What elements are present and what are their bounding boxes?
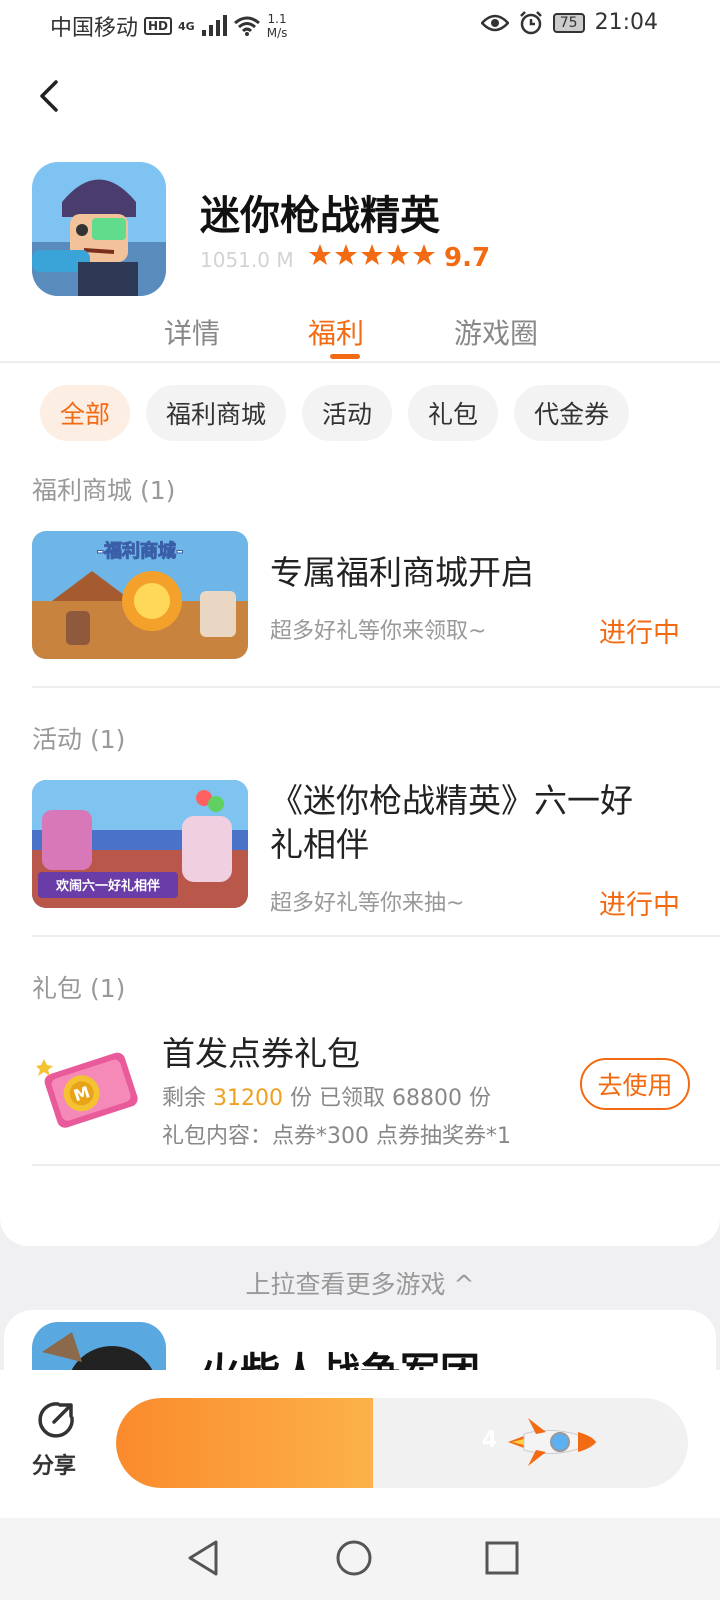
gift-ticket-icon: M	[36, 1052, 138, 1128]
use-gift-button[interactable]: 去使用	[580, 1058, 690, 1110]
gift-remain-suffix: 份	[469, 1086, 492, 1111]
main-content: 迷你枪战精英 1051.0 M 9.7 详情 福利 游戏圈 全部 福利商城 活动…	[0, 50, 720, 1246]
gift-remaining: 剩余 31200 份 已领取 68800 份	[162, 1080, 491, 1112]
tab-game-circle[interactable]: 游戏圈	[454, 312, 538, 352]
network-speed: 1.1 M/s	[267, 12, 288, 40]
speed-value: 1.1	[267, 12, 287, 26]
eye-icon	[480, 14, 509, 31]
carrier-label: 中国移动	[50, 16, 139, 41]
progress-fill	[116, 1398, 374, 1488]
star-icon	[361, 244, 383, 265]
activity-status: 进行中	[599, 890, 680, 921]
mall-desc: 超多好礼等你来领取~	[270, 619, 487, 644]
network-type: 4G	[178, 19, 195, 33]
rating-stars	[308, 243, 436, 267]
tab-bar: 详情 福利 游戏圈	[0, 312, 720, 362]
filter-chips: 全部 福利商城 活动 礼包 代金券	[40, 385, 630, 441]
bottom-action-bar: 分享 4	[0, 1370, 720, 1518]
tab-details[interactable]: 详情	[164, 312, 220, 352]
tabs-divider	[0, 361, 720, 363]
section-header-gift: 礼包 (1)	[32, 974, 126, 1003]
rating-score: 9.7	[444, 243, 491, 273]
share-icon[interactable]	[36, 1400, 76, 1440]
filter-chip-gift[interactable]: 礼包	[408, 385, 499, 441]
nav-home-icon[interactable]	[334, 1538, 374, 1578]
star-icon	[309, 244, 331, 265]
filter-chip-all[interactable]: 全部	[40, 385, 131, 441]
activity-thumbnail[interactable]: 欢闹六一好礼相伴	[32, 780, 248, 908]
navigation-bar	[0, 1518, 720, 1600]
gift-remain-prefix: 剩余	[162, 1086, 207, 1111]
star-icon	[387, 244, 409, 265]
gift-remain-count: 31200	[213, 1086, 284, 1111]
activity-desc: 超多好礼等你来抽~	[270, 891, 465, 916]
section-divider	[32, 1164, 720, 1166]
app-icon	[32, 162, 166, 296]
mall-thumb-caption: -福利商城-	[97, 540, 184, 562]
filter-chip-activity[interactable]: 活动	[302, 385, 393, 441]
nav-back-icon[interactable]	[184, 1538, 224, 1578]
status-bar: 中国移动 HD 4G 1.1 M/s 75 21:04	[0, 0, 720, 50]
activity-title-line2[interactable]: 礼相伴	[270, 818, 369, 866]
filter-chip-mall[interactable]: 福利商城	[146, 385, 287, 441]
gift-title[interactable]: 首发点券礼包	[162, 1027, 360, 1075]
wifi-icon	[233, 16, 260, 36]
back-arrow-icon[interactable]	[36, 76, 64, 116]
gift-claimed-count: 68800	[392, 1086, 463, 1111]
mall-title[interactable]: 专属福利商城开启	[270, 546, 534, 594]
section-divider	[32, 686, 720, 688]
battery-indicator: 75	[552, 12, 585, 33]
progress-text: 4	[482, 1428, 498, 1453]
mall-status: 进行中	[599, 618, 680, 649]
pull-more-hint[interactable]: 上拉查看更多游戏 ^	[0, 1265, 720, 1301]
activity-title-line1[interactable]: 《迷你枪战精英》六一好	[270, 774, 633, 822]
star-icon	[335, 244, 357, 265]
gift-content: 礼包内容：点券*300 点券抽奖券*1	[162, 1124, 511, 1149]
share-label[interactable]: 分享	[32, 1448, 76, 1480]
activity-thumb-caption: 欢闹六一好礼相伴	[55, 878, 160, 894]
hd-badge: HD	[144, 17, 173, 35]
section-header-activity: 活动 (1)	[32, 725, 126, 754]
star-icon	[413, 244, 435, 265]
nav-recents-icon[interactable]	[482, 1538, 522, 1578]
status-left: 中国移动 HD 4G 1.1 M/s	[50, 10, 287, 42]
clock: 21:04	[594, 10, 658, 35]
app-title: 迷你枪战精英	[200, 193, 440, 239]
speed-unit: M/s	[266, 26, 288, 40]
section-header-mall: 福利商城 (1)	[32, 476, 176, 505]
gift-remain-mid: 份 已领取	[290, 1086, 386, 1111]
active-tab-indicator	[330, 354, 360, 359]
signal-icon	[201, 15, 227, 36]
status-right: 75 21:04	[480, 10, 658, 35]
app-size: 1051.0 M	[200, 248, 294, 272]
alarm-icon	[519, 10, 542, 34]
rocket-icon	[508, 1418, 598, 1466]
section-divider	[32, 935, 720, 937]
mall-thumbnail[interactable]: -福利商城-	[32, 531, 248, 659]
filter-chip-voucher[interactable]: 代金券	[514, 385, 630, 441]
download-progress-button[interactable]: 4	[116, 1398, 688, 1488]
tab-benefits[interactable]: 福利	[308, 312, 364, 352]
